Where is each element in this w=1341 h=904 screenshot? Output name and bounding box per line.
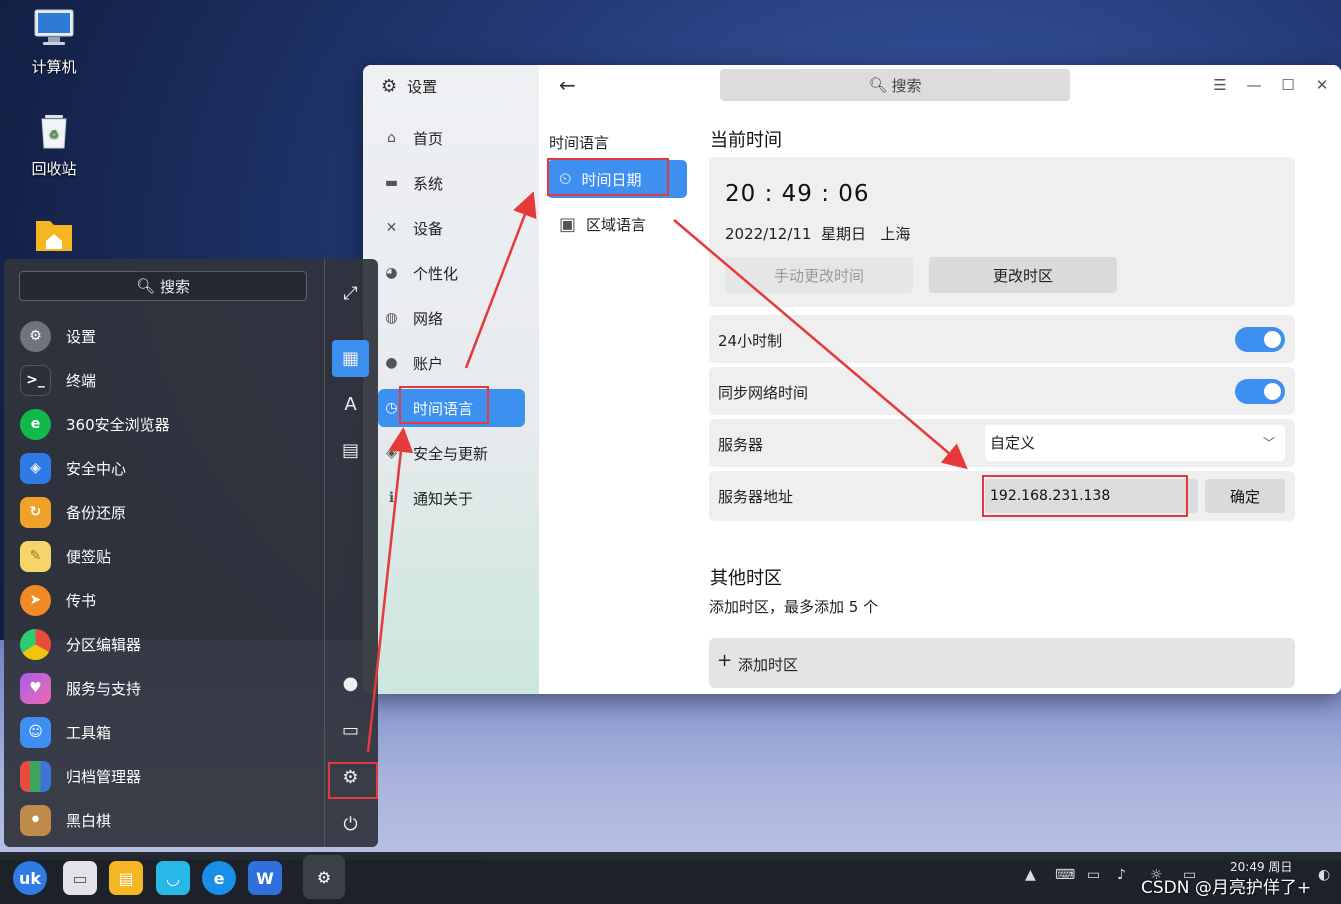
taskbar: uk ▭ ▤ ◡ e W ⚙ ▲ ⌨ ▭ ♪ ☼ ▭ 20:49 周日 ◐: [0, 852, 1341, 904]
wps-icon[interactable]: W: [248, 861, 282, 895]
arrow-to-subitem: [464, 191, 537, 369]
watermark: CSDN @月亮护佯了+: [1141, 878, 1312, 898]
tray-expand-icon[interactable]: ▲: [1025, 867, 1036, 883]
arrow-to-address: [673, 219, 968, 470]
browser-taskbar-icon[interactable]: e: [202, 861, 236, 895]
file-manager-icon[interactable]: ▤: [109, 861, 143, 895]
settings-taskbar-icon[interactable]: ⚙: [303, 855, 345, 899]
multitask-icon[interactable]: ▭: [63, 861, 97, 895]
arrow-to-nav: [366, 427, 414, 753]
keyboard-icon[interactable]: ⌨: [1055, 867, 1075, 883]
app-store-icon[interactable]: ◡: [156, 861, 190, 895]
night-mode-icon[interactable]: ◐: [1318, 867, 1330, 883]
start-menu-icon[interactable]: uk: [13, 861, 47, 895]
volume-icon[interactable]: ♪: [1117, 867, 1126, 883]
chat-icon[interactable]: ▭: [1087, 867, 1100, 883]
annotation-arrows: [366, 191, 968, 753]
